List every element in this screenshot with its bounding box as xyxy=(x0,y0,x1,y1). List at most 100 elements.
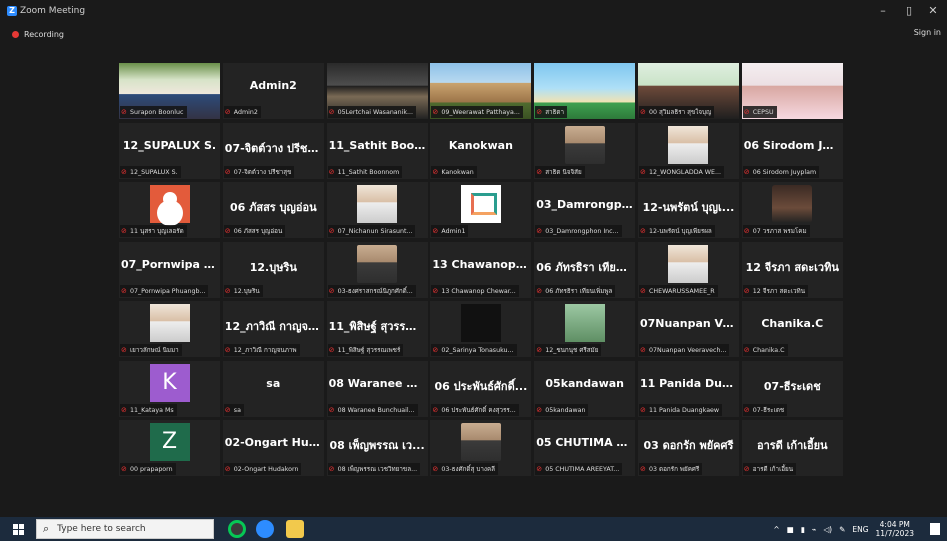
participant-tile[interactable]: ⊘ Admin1 xyxy=(430,182,532,238)
participant-tile[interactable]: ⊘ 03-ธงศักดิ์สุ บางคลี xyxy=(430,420,532,476)
participant-label-text: 11_พิสิษฐ์ สุวรรณเพชร์ xyxy=(337,347,401,354)
close-button[interactable]: ✕ xyxy=(921,0,945,22)
taskbar-clock[interactable]: 4:04 PM 11/7/2023 xyxy=(876,520,914,538)
participant-name-label: ⊘ CEPSU xyxy=(742,106,777,118)
participant-tile[interactable]: ⊘ 03-ธงศราสกรณ์นิภูกศักดิ์... xyxy=(326,241,428,298)
participant-tile[interactable]: ⊘ Surapon Boonluc xyxy=(119,63,220,119)
participant-tile[interactable]: 07-ธีระเดช ⊘ 07-ธีระเดช xyxy=(741,360,843,417)
participant-display-name: sa xyxy=(266,376,281,390)
participant-tile[interactable]: ⊘ 02_Sarinya Tonasuku... xyxy=(430,301,532,357)
participant-tile[interactable]: 03_Damrongph... ⊘ 03_Damrongphon Inc... xyxy=(534,182,636,238)
participant-label-text: 12.บุษริน xyxy=(233,287,260,295)
minimize-button[interactable]: – xyxy=(871,0,895,22)
participant-tile[interactable]: 07Nuanpan Vee... ⊘07Nuanpan Veeravech... xyxy=(637,301,739,357)
participant-tile[interactable]: Admin2 ⊘ Admin2 xyxy=(222,63,324,119)
participant-tile[interactable]: ⊘ สาธิตา xyxy=(534,63,636,119)
participant-tile[interactable]: 12_SUPALUX S. ⊘ 12_SUPALUX S. xyxy=(119,122,220,179)
volume-icon[interactable]: ◁) xyxy=(823,525,832,534)
participant-tile[interactable]: 07-จิตต์วาง ปรีชา... ⊘ 07-จิตต์วาง ปรีชาสุ… xyxy=(222,122,324,179)
participant-label-text: 12-นพรัตน์ บุญเพียรผล xyxy=(648,228,712,235)
participant-tile[interactable]: 12.บุษริน ⊘ 12.บุษริน xyxy=(222,241,324,298)
participant-tile[interactable]: Chanika.C ⊘ Chanika.C xyxy=(741,301,843,357)
participant-name-label: ⊘ 12_ชนกนุช ศรีสมัย xyxy=(535,344,602,356)
participant-tile[interactable]: 12-นพรัตน์ บุญเ... ⊘ 12-นพรัตน์ บุญเพียรผล xyxy=(637,182,739,238)
participant-tile[interactable]: ⊘ 12_WONGLADDA WE... xyxy=(637,122,739,179)
participant-tile[interactable]: 08 Waranee Bu... ⊘ 08 Waranee Bunchuail... xyxy=(326,360,428,417)
participant-tile[interactable]: ⊘ CEPSU xyxy=(741,63,843,119)
zoom-app-icon[interactable] xyxy=(256,520,274,538)
participant-tile[interactable]: ⊘ 09_Weerawat Patthaya... xyxy=(430,63,532,119)
participant-tile[interactable]: ⊘ CHEWARUSSAMEE_R xyxy=(637,241,739,298)
participant-name-label: ⊘ 11 Panida Duangkaew xyxy=(638,403,723,416)
sign-in-link[interactable]: Sign in xyxy=(914,28,941,37)
mic-muted-icon: ⊘ xyxy=(328,465,335,473)
mic-muted-icon: ⊘ xyxy=(536,286,543,295)
participant-tile[interactable]: 05kandawan ⊘ 05kandawan xyxy=(534,360,636,417)
file-explorer-icon[interactable] xyxy=(286,520,304,538)
participant-display-name: 12.บุษริน xyxy=(249,260,297,274)
participant-tile[interactable]: ⊘ 07 วรภาส พรมโคม xyxy=(741,182,843,238)
mic-muted-icon: ⊘ xyxy=(328,167,335,176)
participant-label-text: 12 จีรภา สดะเวทิน xyxy=(752,287,806,295)
participant-tile[interactable]: 06 Sirodom Juy... ⊘ 06 Sirodom Juyplam xyxy=(741,122,843,179)
participant-label-text: สาธิตา xyxy=(545,109,565,116)
participant-tile[interactable]: ⊘ 05Lertchai Wasananik... xyxy=(326,63,428,119)
participant-name-label: ⊘ 03-ธงศักดิ์สุ บางคลี xyxy=(431,463,499,475)
participant-label-text: 05 CHUTIMA AREEYAT... xyxy=(545,466,620,473)
participant-display-name: 07-ธีระเดช xyxy=(763,379,821,393)
pen-icon[interactable]: ✎ xyxy=(839,525,845,534)
mic-muted-icon: ⊘ xyxy=(328,227,335,235)
mic-muted-icon: ⊘ xyxy=(432,167,439,176)
participant-tile[interactable]: Kanokwan ⊘ Kanokwan xyxy=(430,122,532,179)
participant-tile[interactable]: ⊘ 12_ชนกนุช ศรีสมัย xyxy=(534,301,636,357)
participant-name-label: ⊘ 06 Sirodom Juyplam xyxy=(742,165,820,178)
participant-tile[interactable]: 06 ภัทรธิรา เทียน... ⊘ 06 ภัทรธิรา เทียนเพ… xyxy=(534,241,636,298)
participant-name-label: ⊘ CHEWARUSSAMEE_R xyxy=(638,284,718,297)
mic-muted-icon: ⊘ xyxy=(328,405,335,414)
participant-tile[interactable]: Z ⊘ 00 prapaporn xyxy=(119,420,220,476)
participant-name-label: ⊘ 07 วรภาส พรมโคม xyxy=(742,225,810,237)
participant-tile[interactable]: 06 ประพันธ์ศักดิ์... ⊘ 06 ประพันธ์ศักดิ์ ค… xyxy=(430,360,532,417)
participant-name-label: ⊘ 07-ธีระเดช xyxy=(742,403,788,416)
participant-tile[interactable]: 02-Ongart Hud... ⊘ 02-Ongart Hudakorn xyxy=(222,420,324,476)
participant-name-label: ⊘ 00 สุวิมลธิรา สุขใจบุญ xyxy=(638,106,715,118)
recording-indicator[interactable]: Recording xyxy=(0,26,947,42)
tray-app-icon[interactable]: ■ xyxy=(787,525,794,534)
participant-name-label: ⊘ 03-ธงศราสกรณ์นิภูกศักดิ์... xyxy=(327,284,416,297)
participant-tile[interactable]: 08 เพ็ญพรรณ เว... ⊘ 08 เพ็ญพรรณ เวชวิทยาขล… xyxy=(326,420,428,476)
input-language[interactable]: ENG xyxy=(852,525,868,534)
participant-tile[interactable]: 05 CHUTIMA A... ⊘ 05 CHUTIMA AREEYAT... xyxy=(534,420,636,476)
participant-tile[interactable]: 13 Chawanop C... ⊘ 13 Chawanop Chewar... xyxy=(430,241,532,298)
participant-tile[interactable]: ⊘ 07_Nichanun Sirasunt... xyxy=(326,182,428,238)
taskbar-search-box[interactable]: ⌕ Type here to search xyxy=(36,519,214,539)
participant-tile[interactable]: K ⊘ 11_Kataya Ms xyxy=(119,360,220,417)
participant-tile[interactable]: อารดี เก้าเอี้ยน ⊘ อารดี เก้าเอี้ยน xyxy=(741,420,843,476)
participant-tile[interactable]: ⊘ สาธิต นิจจิสัย xyxy=(534,122,636,179)
start-button[interactable] xyxy=(0,517,36,541)
restore-button[interactable]: ▯ xyxy=(897,0,921,22)
mic-muted-icon: ⊘ xyxy=(536,167,543,176)
participant-tile[interactable]: 07_Pornwipa Ph... ⊘07_Pornwipa Phuangb... xyxy=(119,241,220,298)
notification-icon[interactable] xyxy=(930,523,940,535)
participant-tile[interactable]: 06 ภัสสร บุญอ่อน ⊘ 06 ภัสสร บุญอ่อน xyxy=(222,182,324,238)
participant-tile[interactable]: 12 จีรภา สดะเวทิน ⊘ 12 จีรภา สดะเวทิน xyxy=(741,241,843,298)
participant-tile[interactable]: ⊘ 11 นุสรา บุญเลอรัด xyxy=(119,182,220,238)
participant-tile[interactable]: 11_พิสิษฐ์ สุวรรณ... ⊘ 11_พิสิษฐ์ สุวรรณเพ… xyxy=(326,301,428,357)
participant-tile[interactable]: 03 ดอกรัก พยัคศรี ⊘ 03 ดอกรัก พยัคศรี xyxy=(637,420,739,476)
participant-tile[interactable]: 11 Panida Duan... ⊘11 Panida Duangkaew xyxy=(637,360,739,417)
line-app-icon[interactable] xyxy=(228,520,246,538)
participant-tile[interactable]: ⊘ 00 สุวิมลธิรา สุขใจบุญ xyxy=(637,63,739,119)
participant-label-text: 03 ดอกรัก พยัคศรี xyxy=(648,466,700,473)
participant-tile[interactable]: 12_ภาวิณี กาญจน... ⊘ 12_ภาวิณี กาญจนภาพ xyxy=(222,301,324,357)
participant-tile[interactable]: 11_Sathit Boon... ⊘ 11_Sathit Boonnom xyxy=(326,122,428,179)
participant-name-label: ⊘ 11 นุสรา บุญเลอรัด xyxy=(120,225,187,237)
show-hidden-icons-icon[interactable]: ^ xyxy=(773,525,779,534)
participant-label-text: CHEWARUSSAMEE_R xyxy=(648,287,715,295)
battery-icon[interactable]: ▮ xyxy=(801,525,805,534)
system-tray: ^ ■ ▮ ⌁ ◁) ✎ ENG 4:04 PM 11/7/2023 xyxy=(773,517,947,541)
mic-muted-icon: ⊘ xyxy=(536,465,543,473)
participant-name-label: ⊘ 07-จิตต์วาง ปรีชาสุข xyxy=(223,165,295,178)
participant-tile[interactable]: ⊘ เยาวลักษณ์ นิมมา xyxy=(119,301,220,357)
network-icon[interactable]: ⌁ xyxy=(812,525,817,534)
participant-tile[interactable]: sa ⊘ sa xyxy=(222,360,324,417)
